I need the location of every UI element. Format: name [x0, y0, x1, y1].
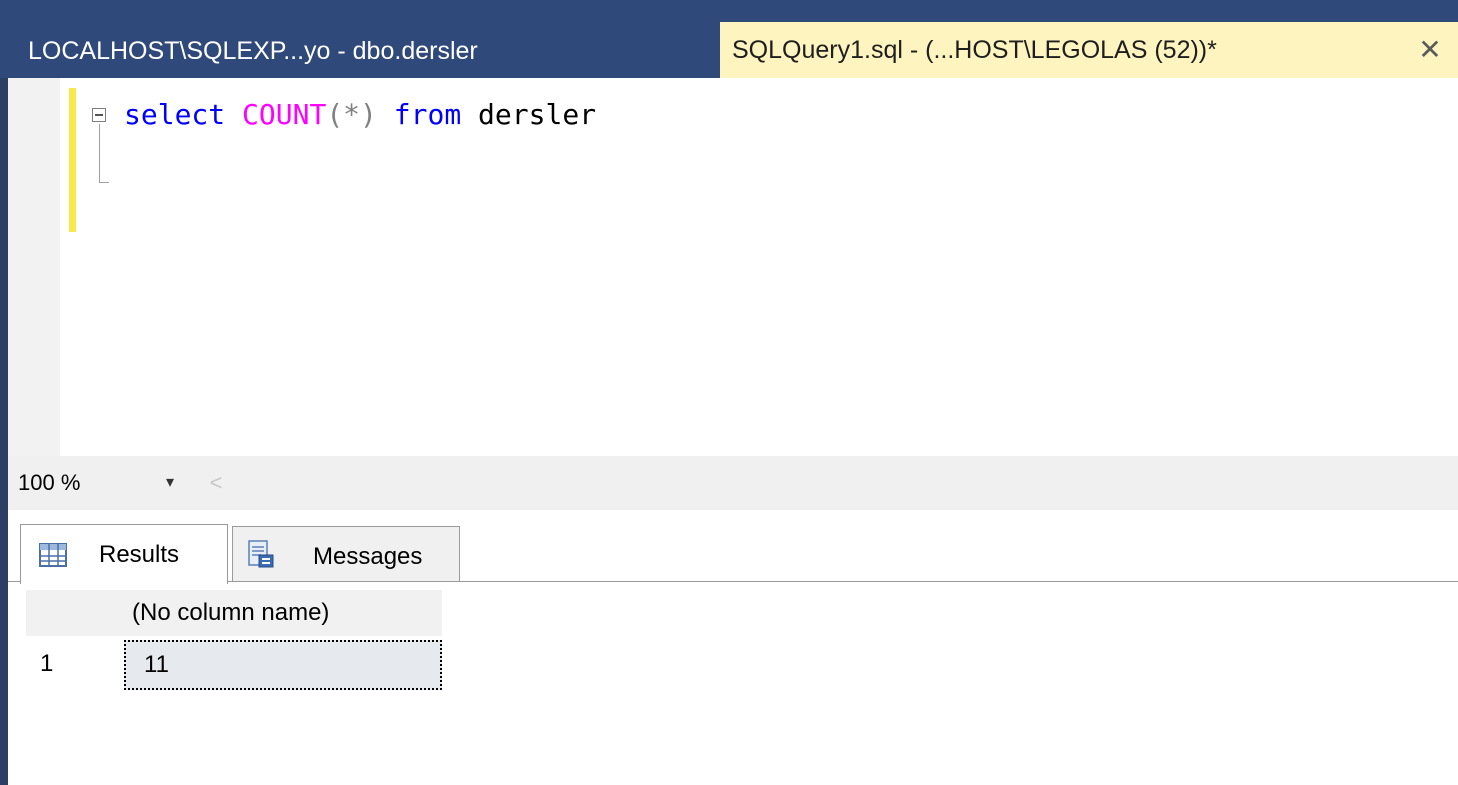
collapse-icon[interactable] — [92, 108, 106, 122]
change-tracking-bar — [69, 88, 76, 232]
tab-results-label: Results — [99, 541, 180, 568]
zoom-level[interactable]: 100 % — [18, 466, 80, 500]
outline-line — [99, 124, 100, 182]
messages-icon — [248, 540, 274, 568]
scroll-left-icon[interactable]: < — [204, 466, 228, 500]
query-editor[interactable]: select COUNT(*) from dersler — [8, 78, 1458, 456]
star-operator: * — [343, 98, 361, 131]
results-pane: Results Messages (No column name) 1 11 — [8, 510, 1458, 785]
keyword-select: select — [124, 98, 226, 131]
editor-gutter — [8, 78, 60, 456]
function-count: COUNT — [242, 98, 327, 131]
chevron-down-icon[interactable]: ▾ — [158, 466, 182, 500]
outline-end — [99, 182, 109, 183]
tab-sql-query-label: SQLQuery1.sql - (...HOST\LEGOLAS (52))* — [732, 36, 1217, 64]
tab-messages[interactable]: Messages — [232, 526, 460, 582]
grid-header-row: (No column name) — [26, 590, 442, 636]
grid-corner[interactable] — [26, 590, 122, 636]
tab-sql-query[interactable]: SQLQuery1.sql - (...HOST\LEGOLAS (52))* … — [720, 22, 1458, 78]
table-identifier: dersler — [478, 98, 597, 131]
tab-table-designer[interactable]: LOCALHOST\SQLEXP...yo - dbo.dersler — [28, 28, 478, 74]
tab-messages-label: Messages — [313, 543, 423, 570]
paren-open: ( — [326, 98, 344, 131]
zoom-bar: 100 % ▾ < — [8, 456, 1458, 510]
results-tab-strip: Results Messages — [8, 510, 1458, 584]
paren-close: ) — [360, 98, 377, 131]
close-icon[interactable]: ✕ — [1412, 32, 1448, 68]
row-number[interactable]: 1 — [26, 636, 122, 692]
code-line-1[interactable]: select COUNT(*) from dersler — [124, 96, 596, 134]
grid-icon — [39, 543, 67, 567]
keyword-from: from — [393, 98, 462, 131]
result-cell[interactable]: 11 — [124, 640, 442, 690]
column-header[interactable]: (No column name) — [124, 590, 442, 636]
tab-results[interactable]: Results — [20, 524, 228, 584]
document-tab-bar: LOCALHOST\SQLEXP...yo - dbo.dersler SQLQ… — [0, 0, 1458, 78]
results-grid: (No column name) 1 11 — [8, 582, 1458, 785]
table-row: 1 11 — [26, 636, 442, 694]
